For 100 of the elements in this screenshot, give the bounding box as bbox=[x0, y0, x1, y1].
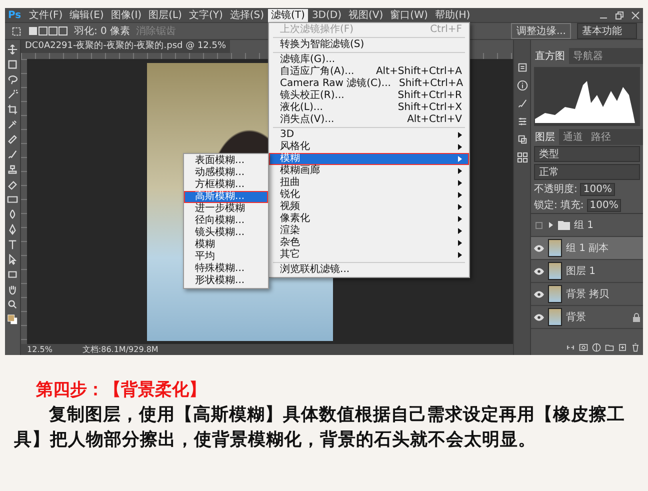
selection-mode-icon[interactable] bbox=[28, 26, 68, 36]
sliders-icon[interactable] bbox=[516, 116, 528, 127]
panel-tab[interactable]: 路径 bbox=[587, 129, 615, 145]
blend-mode-dropdown[interactable]: 正常 bbox=[534, 164, 640, 180]
menu-item[interactable]: 特殊模糊... bbox=[184, 262, 268, 274]
layer-name: 背景 bbox=[566, 310, 586, 324]
menu-item[interactable]: 镜头模糊... bbox=[184, 226, 268, 238]
document-tab[interactable]: DC0A2291-夜聚的-夜聚的-夜聚的.psd @ 12.5% bbox=[21, 40, 230, 53]
layer-name: 组 1 bbox=[574, 219, 594, 232]
gradient-icon[interactable] bbox=[7, 194, 18, 205]
menu-item[interactable]: 图像(I) bbox=[108, 8, 145, 22]
menu-item[interactable]: 扭曲 bbox=[269, 176, 470, 188]
menu-item[interactable]: 其它 bbox=[269, 248, 470, 260]
stamp-icon[interactable] bbox=[7, 164, 18, 175]
menu-item[interactable]: 风格化 bbox=[269, 140, 470, 152]
link-icon[interactable] bbox=[566, 343, 575, 352]
menu-item[interactable]: 浏览联机滤镜... bbox=[269, 264, 470, 276]
menu-item[interactable]: 文字(Y) bbox=[186, 8, 226, 22]
refine-edge-button[interactable]: 调整边缘... bbox=[511, 23, 571, 39]
menu-item[interactable]: 视图(V) bbox=[346, 8, 386, 22]
menu-item[interactable]: 方框模糊... bbox=[184, 178, 268, 190]
menu-item[interactable]: 自适应广角(A)... Alt+Shift+Ctrl+A bbox=[269, 66, 470, 78]
marquee-icon[interactable] bbox=[7, 59, 18, 70]
menu-item[interactable]: 模糊 bbox=[184, 238, 268, 250]
lasso-icon[interactable] bbox=[7, 74, 18, 85]
menu-item[interactable]: 平均 bbox=[184, 250, 268, 262]
folder-icon[interactable] bbox=[605, 343, 614, 352]
bandage-icon[interactable] bbox=[7, 134, 18, 145]
wand-icon[interactable] bbox=[7, 89, 18, 100]
panel-tab[interactable]: 图层 bbox=[531, 129, 559, 145]
eye-icon[interactable] bbox=[534, 290, 544, 298]
brush-icon[interactable] bbox=[516, 98, 528, 109]
layer-row[interactable]: 图层 1 bbox=[531, 260, 643, 283]
properties-icon[interactable] bbox=[516, 134, 528, 145]
menu-item[interactable]: 3D(D) bbox=[308, 8, 345, 22]
marquee-icon[interactable] bbox=[11, 26, 22, 36]
type-icon[interactable] bbox=[7, 239, 18, 250]
swatches-icon[interactable] bbox=[516, 152, 528, 163]
panel-tab[interactable]: 直方图 bbox=[531, 48, 569, 64]
menu-item[interactable]: 径向模糊... bbox=[184, 214, 268, 226]
hand-icon[interactable] bbox=[7, 284, 18, 295]
eye-icon[interactable] bbox=[534, 244, 544, 252]
menu-item[interactable]: 镜头校正(R)... Shift+Ctrl+R bbox=[269, 90, 470, 102]
info-icon[interactable] bbox=[516, 80, 528, 91]
brush-icon[interactable] bbox=[7, 149, 18, 160]
menu-item[interactable]: 进一步模糊 bbox=[184, 202, 268, 214]
eye-icon[interactable] bbox=[534, 314, 544, 320]
panel-tab[interactable]: 导航器 bbox=[569, 48, 607, 64]
panel-tab[interactable]: 通道 bbox=[559, 129, 587, 145]
layer-row[interactable]: 背景 bbox=[531, 306, 643, 329]
menu-item[interactable]: 文件(F) bbox=[26, 8, 66, 22]
menu-item[interactable]: 消失点(V)... Alt+Ctrl+V bbox=[269, 114, 470, 126]
menu-item[interactable]: 液化(L)... Shift+Ctrl+X bbox=[269, 102, 470, 114]
menu-item[interactable]: 图层(L) bbox=[146, 8, 185, 22]
fill-field[interactable]: 100% bbox=[586, 198, 622, 212]
menu-item[interactable]: Camera Raw 滤镜(C)... Shift+Ctrl+A bbox=[269, 78, 470, 90]
layer-filter-dropdown[interactable]: 类型 bbox=[534, 146, 640, 162]
drop-icon[interactable] bbox=[7, 209, 18, 220]
feather-label: 羽化: 0 像素 bbox=[74, 24, 130, 38]
layer-row[interactable]: 背景 拷贝 bbox=[531, 283, 643, 306]
menu-item[interactable]: 模糊 bbox=[269, 152, 470, 164]
menu-item[interactable]: 窗口(W) bbox=[387, 8, 431, 22]
menu-item[interactable]: 帮助(H) bbox=[432, 8, 474, 22]
restore-icon[interactable] bbox=[615, 10, 624, 20]
move-icon[interactable] bbox=[7, 44, 18, 55]
new-layer-icon[interactable] bbox=[618, 343, 627, 352]
zoom-icon[interactable] bbox=[7, 299, 18, 310]
menu-item[interactable]: 视频 bbox=[269, 200, 470, 212]
mask-icon[interactable] bbox=[579, 343, 588, 352]
menu-item[interactable]: 滤镜(T) bbox=[268, 8, 308, 22]
workspace-dropdown[interactable]: 基本功能 bbox=[577, 23, 637, 39]
close-icon[interactable] bbox=[631, 10, 640, 20]
menu-item[interactable]: 锐化 bbox=[269, 188, 470, 200]
crop-icon[interactable] bbox=[7, 104, 18, 115]
menu-item[interactable]: 表面模糊... bbox=[184, 154, 268, 166]
trash-icon[interactable] bbox=[631, 343, 640, 352]
eye-icon[interactable] bbox=[534, 268, 544, 274]
layer-row[interactable]: 组 1 副本 bbox=[531, 237, 643, 260]
step-title: 第四步：【背景柔化】 bbox=[35, 379, 207, 401]
color-swatches-icon[interactable] bbox=[7, 314, 18, 325]
menu-item[interactable]: 3D bbox=[269, 128, 470, 140]
menu-item[interactable]: 模糊画廊 bbox=[269, 164, 470, 176]
menu-item[interactable]: 渲染 bbox=[269, 224, 470, 236]
menu-item[interactable]: 杂色 bbox=[269, 236, 470, 248]
menu-item[interactable]: 高斯模糊... bbox=[184, 190, 268, 202]
menu-item[interactable]: 编辑(E) bbox=[66, 8, 107, 22]
pen-icon[interactable] bbox=[7, 224, 18, 235]
menu-item[interactable]: 滤镜库(G)... bbox=[269, 54, 470, 66]
menu-item[interactable]: 转换为智能滤镜(S) bbox=[269, 38, 470, 50]
history-icon[interactable] bbox=[516, 62, 528, 73]
menu-item[interactable]: 动感模糊... bbox=[184, 166, 268, 178]
arrow-icon[interactable] bbox=[7, 254, 18, 265]
eyedropper-icon[interactable] bbox=[7, 119, 18, 130]
opacity-field[interactable]: 100% bbox=[580, 182, 615, 196]
eraser-icon[interactable] bbox=[7, 179, 18, 190]
menu-item[interactable]: 选择(S) bbox=[226, 8, 268, 22]
menu-item[interactable]: 形状模糊... bbox=[184, 274, 268, 286]
caret-right-icon[interactable] bbox=[548, 222, 554, 228]
rectangle-icon[interactable] bbox=[7, 269, 18, 280]
menu-item[interactable]: 像素化 bbox=[269, 212, 470, 224]
